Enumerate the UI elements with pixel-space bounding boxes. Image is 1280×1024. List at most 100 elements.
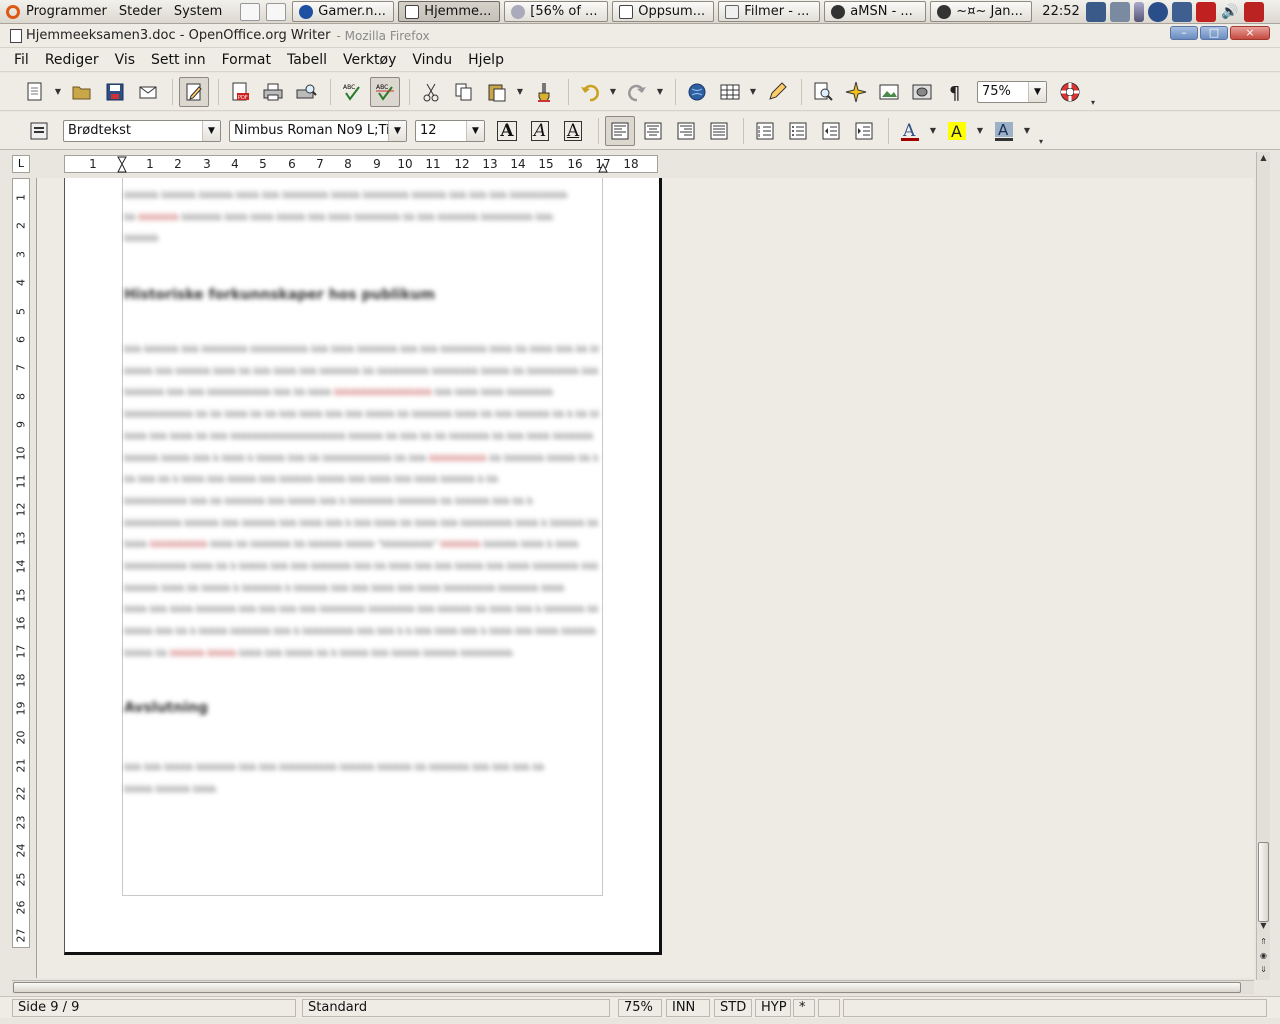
find-replace-button[interactable] <box>808 77 838 107</box>
workspace-icon[interactable] <box>1085 1 1106 22</box>
table-dropdown-arrow[interactable]: ▼ <box>748 77 758 107</box>
paste-button[interactable] <box>482 77 512 107</box>
edit-mode-button[interactable] <box>179 76 209 107</box>
launcher-terminal-icon[interactable] <box>240 2 261 21</box>
scroll-up-icon[interactable]: ▲ <box>1257 152 1270 164</box>
maximize-button[interactable]: □ <box>1200 26 1228 40</box>
draw-functions-button[interactable] <box>762 77 792 107</box>
autospellcheck-button[interactable]: ABC <box>370 76 400 107</box>
status-page-style[interactable]: Standard <box>302 999 610 1017</box>
status-page[interactable]: Side 9 / 9 <box>12 999 296 1017</box>
bold-button[interactable]: A <box>493 117 521 145</box>
export-pdf-button[interactable]: PDF <box>225 77 255 107</box>
update-icon[interactable] <box>1147 1 1168 22</box>
taskbar-item-filmer[interactable]: Filmer - ... <box>718 1 821 22</box>
menu-edit[interactable]: Rediger <box>37 52 107 68</box>
navigation-icon[interactable]: ◉ <box>1257 950 1270 962</box>
taskbar-item-gamer[interactable]: Gamer.n... <box>292 1 395 22</box>
menu-table[interactable]: Tabell <box>279 52 335 68</box>
styles-formatting-button[interactable] <box>24 116 54 146</box>
zoom-combo[interactable]: 75% ▼ <box>977 80 1047 103</box>
help-button[interactable] <box>1055 77 1085 107</box>
background-color-button[interactable]: A <box>989 116 1019 146</box>
data-sources-button[interactable] <box>907 77 937 107</box>
menu-window[interactable]: Vindu <box>404 52 460 68</box>
email-button[interactable] <box>133 77 163 107</box>
highlighting-dropdown-arrow[interactable]: ▼ <box>975 116 985 146</box>
menu-insert[interactable]: Sett inn <box>143 52 214 68</box>
tab-stop-selector[interactable]: L <box>12 155 30 173</box>
taskbar-item-hjemme[interactable]: Hjemme... <box>398 1 501 22</box>
table-button[interactable] <box>715 77 745 107</box>
menu-view[interactable]: Vis <box>107 52 143 68</box>
align-center-button[interactable] <box>638 116 668 146</box>
network-icon[interactable] <box>1109 1 1130 22</box>
horizontal-scroll-thumb[interactable] <box>13 982 1241 993</box>
vertical-scrollbar[interactable]: ▲ ▼ ⇑ ◉ ⇓ <box>1256 152 1270 980</box>
italic-button[interactable]: A <box>526 117 554 145</box>
copy-button[interactable] <box>449 77 479 107</box>
highlighting-button[interactable]: A <box>942 116 972 146</box>
taskbar-item-amsn[interactable]: aMSN - ... <box>824 1 927 22</box>
hyperlink-button[interactable] <box>682 77 712 107</box>
new-document-button[interactable] <box>20 77 50 107</box>
menu-file[interactable]: Fil <box>6 52 37 68</box>
vertical-ruler[interactable]: 1 2 3 4 5 6 7 8 9 10 11 12 13 14 15 16 17 18 19 20 21 22 23 24 2… <box>12 178 30 948</box>
new-dropdown-arrow[interactable]: ▼ <box>53 77 63 107</box>
panel-menu-places[interactable]: Steder <box>119 4 162 19</box>
launcher-desktop-icon[interactable] <box>266 2 287 21</box>
paragraph-style-combo[interactable]: Brødtekst ▼ <box>63 119 221 142</box>
vertical-scroll-thumb[interactable] <box>1258 842 1269 922</box>
nonprinting-characters-button[interactable]: ¶ <box>940 77 970 107</box>
status-selection-mode[interactable]: STD <box>714 999 752 1017</box>
taskbar-item-oppsum[interactable]: Oppsum... <box>612 1 715 22</box>
status-insert-mode[interactable]: INN <box>666 999 710 1017</box>
minimize-button[interactable]: – <box>1170 26 1198 40</box>
align-left-button[interactable] <box>605 115 635 146</box>
redo-dropdown-arrow[interactable]: ▼ <box>655 77 665 107</box>
font-color-button[interactable]: A <box>895 116 925 146</box>
clone-formatting-button[interactable] <box>529 77 559 107</box>
panel-menu-programs[interactable]: Programmer <box>26 4 107 19</box>
decrease-indent-button[interactable] <box>816 116 846 146</box>
horizontal-ruler[interactable]: 1 1 2 3 4 5 6 7 8 9 10 11 12 13 14 15 16… <box>64 155 658 173</box>
toolbar-overflow-arrow[interactable]: ▾ <box>1036 116 1046 146</box>
save-button[interactable] <box>100 77 130 107</box>
open-button[interactable] <box>67 77 97 107</box>
increase-indent-button[interactable] <box>849 116 879 146</box>
gallery-button[interactable] <box>874 77 904 107</box>
scroll-down-icon[interactable]: ▼ <box>1257 920 1270 932</box>
bullets-button[interactable] <box>783 116 813 146</box>
taskbar-item-download[interactable]: [56% of ... <box>504 1 609 22</box>
print-button[interactable] <box>258 77 288 107</box>
paste-dropdown-arrow[interactable]: ▼ <box>515 77 525 107</box>
volume-icon[interactable]: 🔊 <box>1220 2 1240 22</box>
menu-format[interactable]: Format <box>214 52 279 68</box>
print-preview-button[interactable] <box>291 77 321 107</box>
cut-button[interactable] <box>416 77 446 107</box>
next-page-icon[interactable]: ⇓ <box>1257 964 1270 976</box>
power-icon[interactable] <box>1243 1 1264 22</box>
font-size-combo[interactable]: 12 ▼ <box>415 119 485 142</box>
panel-clock[interactable]: 22:52 <box>1042 4 1079 19</box>
navigator-button[interactable] <box>841 77 871 107</box>
status-zoom[interactable]: 75% <box>618 999 662 1017</box>
font-color-dropdown-arrow[interactable]: ▼ <box>928 116 938 146</box>
panel-menu-system[interactable]: System <box>174 4 222 19</box>
close-button[interactable]: × <box>1230 26 1270 40</box>
underline-button[interactable]: A <box>559 117 587 145</box>
taskbar-item-chat[interactable]: ~¤~ Jan... <box>930 1 1033 22</box>
menu-tools[interactable]: Verktøy <box>335 52 404 68</box>
previous-page-icon[interactable]: ⇑ <box>1257 936 1270 948</box>
menu-help[interactable]: Hjelp <box>460 52 512 68</box>
undo-dropdown-arrow[interactable]: ▼ <box>608 77 618 107</box>
alert-icon[interactable] <box>1195 1 1216 22</box>
numbering-button[interactable] <box>750 116 780 146</box>
spellcheck-button[interactable]: ABC <box>337 77 367 107</box>
justify-button[interactable] <box>704 116 734 146</box>
user-icon[interactable] <box>1171 1 1192 22</box>
undo-button[interactable] <box>575 77 605 107</box>
status-hyperlink-mode[interactable]: HYP <box>755 999 791 1017</box>
toolbar-overflow-arrow[interactable]: ▾ <box>1088 77 1098 107</box>
font-name-combo[interactable]: Nimbus Roman No9 L;Ti ▼ <box>229 119 407 142</box>
